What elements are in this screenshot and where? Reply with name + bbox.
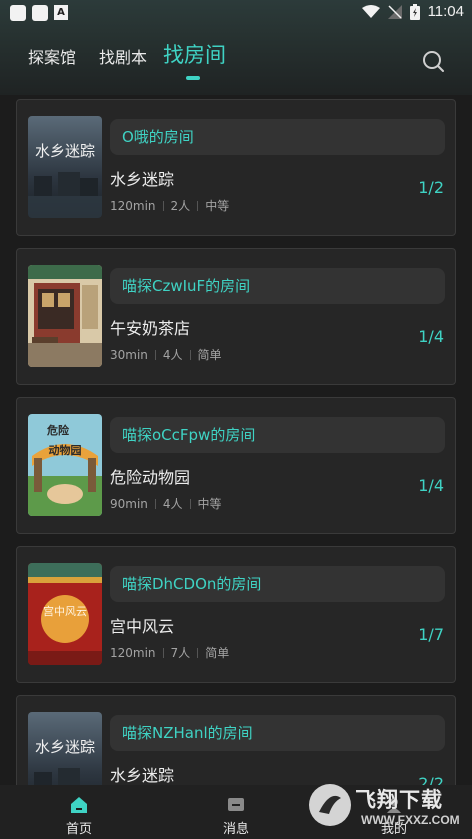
- difficulty: 简单: [205, 646, 230, 660]
- script-meta: 120min 7人 简单: [110, 644, 229, 661]
- water-town-cover: 水乡迷踪: [28, 712, 102, 785]
- room-name: 喵探NZHanl的房间: [110, 715, 445, 751]
- zoo-cover: 危险 动物园: [28, 414, 102, 516]
- watermark-url: WWW.FXXZ.COM: [361, 813, 460, 827]
- watermark-logo-icon: [309, 784, 351, 826]
- nav-messages[interactable]: 消息: [196, 785, 276, 839]
- occupancy-count: 1/4: [418, 476, 444, 495]
- difficulty: 中等: [197, 497, 222, 511]
- milk-tea-shop-cover: [28, 265, 102, 367]
- script-title: 宫中风云: [110, 617, 175, 636]
- palace-cover: 宫中风云: [28, 563, 102, 665]
- room-list: 水乡迷踪 O哦的房间 水乡迷踪 120min 2人 中等 1/2 喵探CzwIu…: [0, 95, 472, 785]
- room-card[interactable]: 水乡迷踪 O哦的房间 水乡迷踪 120min 2人 中等 1/2: [16, 99, 456, 236]
- duration: 90min: [110, 496, 148, 511]
- notification-icon: [32, 5, 48, 21]
- svg-text:危险: 危险: [46, 423, 70, 437]
- room-name: 喵探oCcFpw的房间: [110, 417, 445, 453]
- svg-text:水乡迷踪: 水乡迷踪: [35, 142, 95, 160]
- player-count: 2人: [170, 199, 191, 213]
- home-icon: [71, 797, 87, 813]
- script-title: 午安奶茶店: [110, 319, 191, 338]
- script-meta: 120min 2人 中等: [110, 197, 229, 214]
- svg-text:宫中风云: 宫中风云: [43, 604, 87, 618]
- watermark-text: 飞翔下载: [355, 788, 443, 812]
- nav-messages-label: 消息: [222, 822, 249, 837]
- nav-home-label: 首页: [65, 822, 92, 837]
- notification-icon: [10, 5, 26, 21]
- app-notification-icon: A: [54, 5, 68, 20]
- script-title: 危险动物园: [110, 468, 191, 487]
- duration: 120min: [110, 645, 156, 660]
- script-meta: 30min 4人 简单: [110, 346, 222, 363]
- duration: 30min: [110, 347, 148, 362]
- room-card[interactable]: 水乡迷踪 喵探NZHanl的房间 水乡迷踪 2/2: [16, 695, 456, 785]
- search-icon[interactable]: [421, 49, 445, 73]
- tab-find-script[interactable]: 找剧本: [99, 44, 147, 68]
- nav-home[interactable]: 首页: [39, 785, 119, 839]
- header: A 11:04 探案馆 找剧本 找房间: [0, 0, 472, 95]
- top-tabs: 探案馆 找剧本 找房间: [0, 38, 472, 88]
- status-time: 11:04: [427, 3, 464, 20]
- message-icon: [228, 798, 244, 811]
- script-title: 水乡迷踪: [110, 766, 175, 785]
- occupancy-count: 1/2: [418, 178, 444, 197]
- occupancy-count: 1/4: [418, 327, 444, 346]
- no-signal-icon: [387, 4, 402, 19]
- script-meta: 90min 4人 中等: [110, 495, 222, 512]
- room-name: 喵探CzwIuF的房间: [110, 268, 445, 304]
- tab-find-room[interactable]: 找房间: [163, 39, 226, 69]
- wifi-icon: [361, 4, 380, 18]
- occupancy-count: 1/7: [418, 625, 444, 644]
- svg-text:动物园: 动物园: [49, 443, 82, 457]
- room-name: O哦的房间: [110, 119, 445, 155]
- room-card[interactable]: 喵探CzwIuF的房间 午安奶茶店 30min 4人 简单 1/4: [16, 248, 456, 385]
- script-title: 水乡迷踪: [110, 170, 175, 189]
- difficulty: 简单: [197, 348, 222, 362]
- room-card[interactable]: 危险 动物园 喵探oCcFpw的房间 危险动物园 90min 4人 中等 1/4: [16, 397, 456, 534]
- difficulty: 中等: [205, 199, 230, 213]
- status-bar: A 11:04: [0, 0, 472, 26]
- player-count: 7人: [170, 646, 191, 660]
- svg-text:水乡迷踪: 水乡迷踪: [35, 738, 95, 756]
- active-tab-indicator: [186, 76, 200, 80]
- battery-icon: [409, 3, 420, 20]
- tab-case-hall[interactable]: 探案馆: [28, 44, 76, 68]
- player-count: 4人: [162, 497, 183, 511]
- player-count: 4人: [162, 348, 183, 362]
- room-card[interactable]: 宫中风云 喵探DhCDOn的房间 宫中风云 120min 7人 简单 1/7: [16, 546, 456, 683]
- water-town-cover: 水乡迷踪: [28, 116, 102, 218]
- room-name: 喵探DhCDOn的房间: [110, 566, 445, 602]
- watermark: 飞翔下载 WWW.FXXZ.COM: [305, 776, 465, 834]
- duration: 120min: [110, 198, 156, 213]
